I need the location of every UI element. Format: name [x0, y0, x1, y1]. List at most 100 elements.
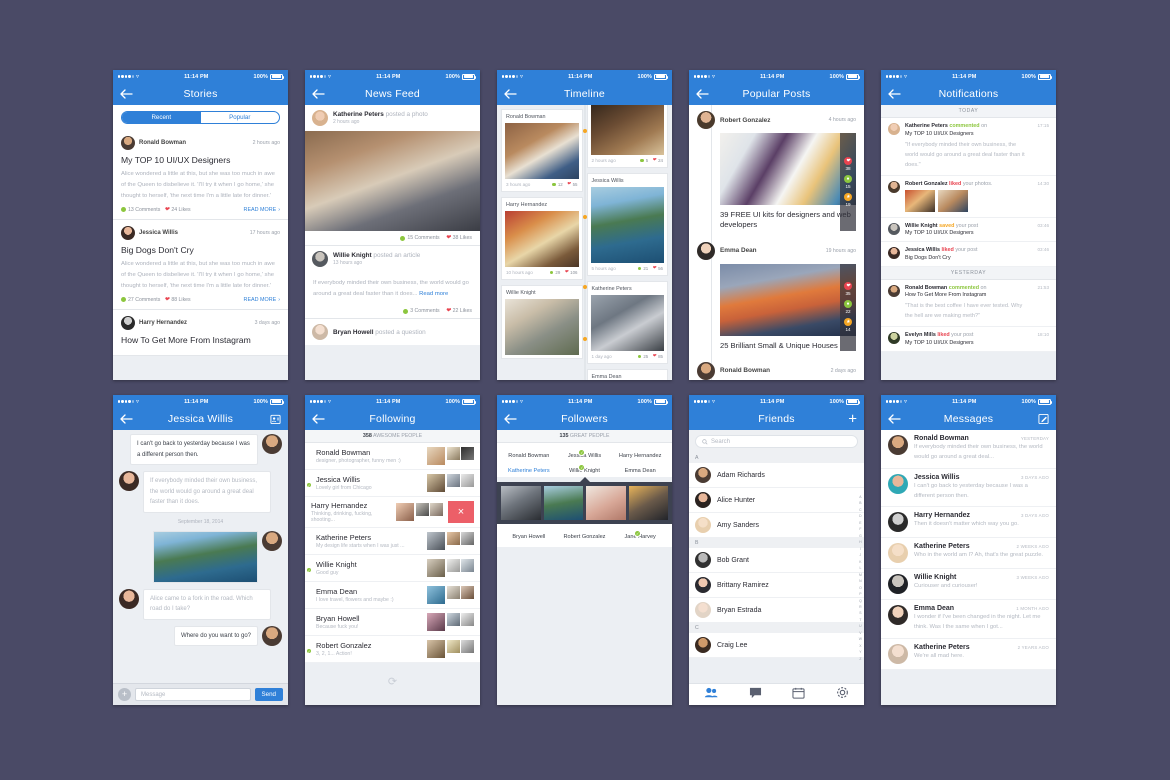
back-icon[interactable] [888, 89, 901, 99]
popular-image[interactable] [720, 263, 856, 336]
timeline-card[interactable]: Harry Hernandez 10 hours ago 29 ❤ 106 [501, 197, 583, 280]
follower-cell-selected[interactable]: Katherine Peters [501, 465, 557, 475]
timeline-card[interactable]: Emma Dean [586, 369, 668, 380]
strip-image[interactable] [501, 485, 541, 520]
index-char[interactable]: I [860, 547, 861, 551]
following-row[interactable]: Bryan Howell Because fuck you! [305, 609, 480, 636]
delete-button[interactable]: × [448, 501, 474, 523]
index-char[interactable]: A [859, 495, 861, 499]
message-thread[interactable]: Willie Knight 3 WEEKS AGO Curiouser and c… [881, 569, 1056, 601]
follower-cell[interactable]: ✓ Jane Harvey [612, 529, 668, 541]
following-row[interactable]: Ronald Bowman designer, photographer, fu… [305, 443, 480, 470]
tab-settings[interactable] [836, 686, 849, 704]
thumb-image[interactable] [446, 613, 460, 626]
follower-cell[interactable]: Ronald Bowman [501, 450, 557, 460]
index-char[interactable]: P [859, 592, 861, 596]
index-char[interactable]: B [859, 501, 861, 505]
notification-item[interactable]: Evelyn Mills liked your post My TOP 10 U… [881, 327, 1056, 352]
message-thread[interactable]: Jessica Willis 3 DAYS AGO I can't go back… [881, 468, 1056, 508]
following-thumbs[interactable] [427, 640, 474, 658]
back-icon[interactable] [888, 414, 901, 424]
follower-photo-strip[interactable] [497, 481, 672, 524]
read-more-link[interactable]: READ MORE › [244, 297, 280, 303]
following-row[interactable]: Katherine Peters My design life starts w… [305, 528, 480, 555]
attach-icon[interactable]: + [118, 688, 131, 701]
friend-row[interactable]: Craig Lee [689, 633, 864, 658]
tab-popular[interactable]: Popular [201, 112, 280, 123]
thumb-image[interactable] [446, 447, 460, 460]
friend-row[interactable]: Brittany Ramirez [689, 573, 864, 598]
index-char[interactable]: V [859, 631, 861, 635]
thumb-image[interactable] [427, 447, 445, 465]
index-char[interactable]: S [859, 611, 861, 615]
index-char[interactable]: C [859, 508, 861, 512]
timeline-card[interactable]: Ronald Bowman 3 hours ago 12 ❤ 55 [501, 109, 583, 192]
following-row-open[interactable]: Harry Hernandez Thinking, drinking, fuck… [305, 497, 480, 528]
follower-cell[interactable]: Robert Gonzalez [557, 531, 613, 541]
notification-item[interactable]: Willie Knight saved your post My TOP 10 … [881, 217, 1056, 243]
thumb-image[interactable] [427, 640, 445, 658]
following-thumbs[interactable] [427, 559, 474, 577]
alphabet-index[interactable]: A B C D E F G H I J K L M N O P Q R S T … [859, 495, 862, 661]
story-card[interactable]: Harry Hernandez 3 days ago How To Get Mo… [113, 309, 288, 356]
message-thread[interactable]: Katherine Peters 2 YEARS AGO We're all ma… [881, 639, 1056, 671]
message-thread[interactable]: Katherine Peters 2 WEEKS AGO Who in the w… [881, 538, 1056, 570]
popular-post[interactable]: Robert Gonzalez 4 hours ago ❤ 38 ● 15 ★ 19 … [689, 105, 864, 236]
search-input[interactable]: Search [695, 435, 858, 448]
following-thumbs[interactable] [427, 447, 474, 465]
contact-card-icon[interactable] [270, 414, 281, 425]
index-char[interactable]: R [859, 605, 861, 609]
compose-icon[interactable] [1038, 413, 1049, 425]
strip-image[interactable] [628, 485, 668, 520]
message-input[interactable]: Message [135, 688, 251, 701]
thumb-image[interactable] [396, 503, 414, 521]
friend-row[interactable]: Bob Grant [689, 548, 864, 573]
index-char[interactable]: N [859, 579, 861, 583]
story-card[interactable]: Jessica Willis 17 hours ago Big Dogs Don… [113, 219, 288, 310]
following-row[interactable]: ✓ Robert Gonzalez 3, 2, 1... Action! [305, 636, 480, 663]
index-char[interactable]: F [859, 527, 861, 531]
timeline-card[interactable]: Jessica Willis 5 hours ago 21 ❤ 56 [586, 173, 668, 276]
index-char[interactable]: Z [859, 657, 861, 661]
thumb-image[interactable] [446, 532, 460, 545]
thumb-image[interactable] [461, 474, 474, 487]
following-thumbs[interactable] [427, 586, 474, 604]
following-thumbs[interactable] [396, 503, 443, 521]
thumb-image[interactable] [461, 447, 474, 460]
thumb-image[interactable] [446, 559, 460, 572]
index-char[interactable]: E [859, 521, 861, 525]
thumb-image[interactable] [427, 532, 445, 550]
following-thumbs[interactable] [427, 532, 474, 550]
chat-scroll[interactable]: I can't go back to yesterday because I w… [113, 430, 288, 683]
index-char[interactable]: T [859, 618, 861, 622]
following-row[interactable]: ✓ Jessica Willis Lovely girl from Chicag… [305, 470, 480, 497]
story-card[interactable]: Ronald Bowman 2 hours ago My TOP 10 UI/U… [113, 130, 288, 220]
index-char[interactable]: O [859, 586, 862, 590]
index-char[interactable]: L [859, 566, 861, 570]
thumb-image[interactable] [427, 586, 445, 604]
back-icon[interactable] [120, 414, 133, 424]
popular-post[interactable]: Ronald Bowman 2 days ago [689, 356, 864, 380]
thumb-image[interactable] [461, 559, 474, 572]
thumb-image[interactable] [446, 640, 460, 653]
follower-cell[interactable]: Emma Dean [612, 465, 668, 475]
back-icon[interactable] [696, 89, 709, 99]
index-char[interactable]: Y [859, 650, 861, 654]
thumb-image[interactable] [461, 640, 474, 653]
timeline-card[interactable]: Katherine Peters 1 day ago 25 ❤ 85 [586, 281, 668, 364]
popular-image[interactable] [720, 133, 856, 205]
popular-post[interactable]: Emma Dean 19 hours ago ❤ 35 ● 22 ★ 14 25 Br… [689, 236, 864, 356]
message-thread[interactable]: Harry Hernandez 3 DAYS AGO Then it doesn'… [881, 507, 1056, 539]
thumb-image[interactable] [415, 503, 429, 516]
thumb-image[interactable] [938, 189, 968, 212]
friend-row[interactable]: Bryan Estrada [689, 598, 864, 623]
tab-friends[interactable] [704, 686, 718, 704]
follower-cell[interactable]: Bryan Howell [501, 531, 557, 541]
back-icon[interactable] [504, 414, 517, 424]
tab-calendar[interactable] [792, 686, 805, 704]
notification-item[interactable]: Ronald Bowman commented on How To Get Mo… [881, 279, 1056, 328]
back-icon[interactable] [504, 89, 517, 99]
index-char[interactable]: H [859, 540, 861, 544]
following-row[interactable]: Emma Dean I love travel, flowers and may… [305, 582, 480, 609]
notification-item[interactable]: Robert Gonzalez liked your photos. 14:30 [881, 175, 1056, 218]
